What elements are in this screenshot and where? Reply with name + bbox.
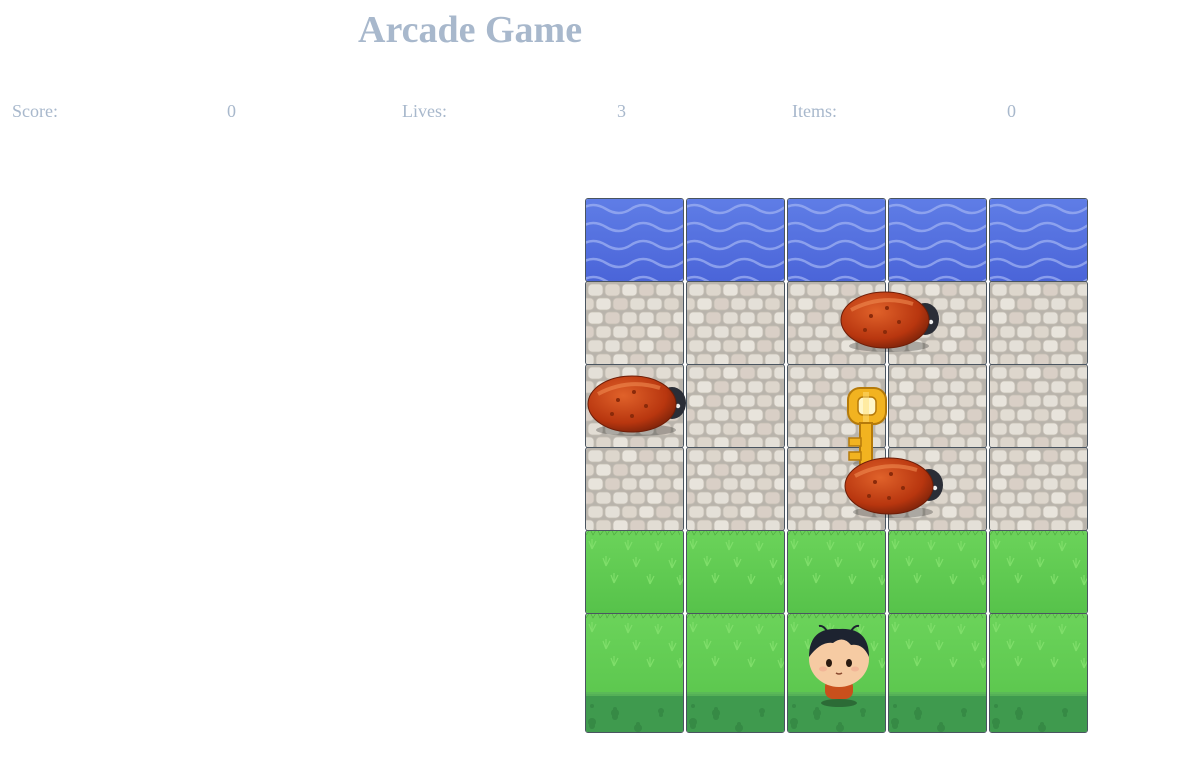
items-label: Items: xyxy=(792,101,837,121)
grass-tile xyxy=(787,530,886,614)
stone-tile xyxy=(989,447,1088,531)
stone-tile xyxy=(686,364,785,448)
grass-tile xyxy=(585,530,684,614)
water-tile xyxy=(585,198,684,282)
water-tile xyxy=(787,198,886,282)
stone-tile xyxy=(989,281,1088,365)
stone-tile xyxy=(888,364,987,448)
enemy-bug xyxy=(587,370,688,440)
grass-tile xyxy=(585,613,684,733)
stone-tile xyxy=(686,281,785,365)
grass-tile xyxy=(989,613,1088,733)
grass-tile xyxy=(888,613,987,733)
stone-tile xyxy=(585,281,684,365)
page-title: Arcade Game xyxy=(358,9,583,51)
enemy-bug xyxy=(840,286,941,356)
grass-tile xyxy=(989,530,1088,614)
lives-value: 3 xyxy=(617,101,626,121)
lives-label: Lives: xyxy=(402,101,447,121)
score-label: Score: xyxy=(12,101,58,121)
player-boy xyxy=(803,623,875,707)
enemy-bug xyxy=(844,452,945,522)
water-tile xyxy=(989,198,1088,282)
game-board[interactable] xyxy=(585,198,1090,734)
grass-tile xyxy=(686,530,785,614)
water-tile xyxy=(888,198,987,282)
score-value: 0 xyxy=(227,101,236,121)
stone-tile xyxy=(686,447,785,531)
grass-tile xyxy=(686,613,785,733)
water-tile xyxy=(686,198,785,282)
stone-tile xyxy=(989,364,1088,448)
items-value: 0 xyxy=(1007,101,1016,121)
stone-tile xyxy=(585,447,684,531)
grass-tile xyxy=(888,530,987,614)
